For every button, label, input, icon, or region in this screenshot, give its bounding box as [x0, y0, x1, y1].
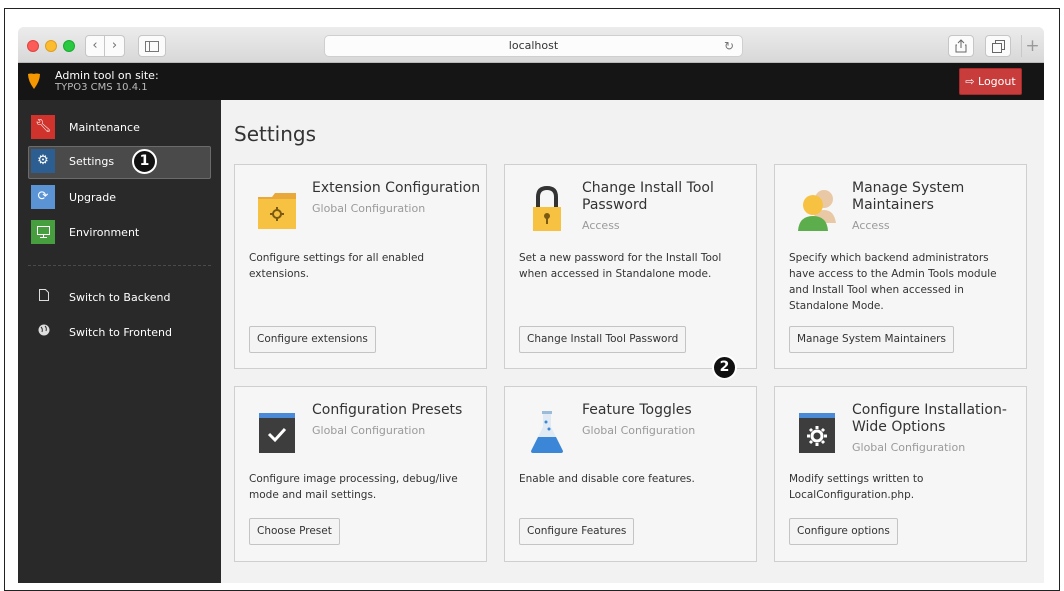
- card-title-text: Manage System Maintainers: [852, 180, 965, 213]
- card-subtitle: Global Configuration: [582, 424, 696, 437]
- logout-label: Logout: [978, 75, 1016, 88]
- sidebar: 🔧︎ Maintenance ⚙ Settings ⟳ Upgrade Envi…: [18, 100, 221, 583]
- browser-toolbar: ‹ › localhost ↻ +: [18, 27, 1044, 63]
- card-title-text: Change Install Tool Password: [582, 180, 714, 213]
- browser-window: ‹ › localhost ↻ + Admin tool on site: TY…: [18, 27, 1044, 583]
- sidebar-item-label: Environment: [69, 226, 140, 239]
- configure-extensions-button[interactable]: Configure extensions: [249, 326, 376, 353]
- new-tab-button[interactable]: +: [1021, 35, 1043, 57]
- chevron-right-icon: ›: [111, 38, 118, 53]
- logout-icon: ⇨: [965, 75, 975, 88]
- switch-frontend-label: Switch to Frontend: [69, 326, 172, 339]
- url-text: localhost: [508, 39, 559, 52]
- card-change-install-tool-password: Change Install Tool Password Access Set …: [504, 164, 757, 369]
- choose-preset-button[interactable]: Choose Preset: [249, 518, 340, 545]
- switch-to-backend-link[interactable]: Switch to Backend: [28, 282, 211, 315]
- card-title-text: Extension Configuration: [312, 180, 481, 196]
- card-subtitle: Global Configuration: [852, 441, 966, 454]
- app-header: Admin tool on site: TYPO3 CMS 10.4.1 ⇨ L…: [18, 63, 1044, 100]
- site-label: Admin tool on site:: [55, 69, 159, 82]
- address-bar[interactable]: localhost ↻: [324, 35, 743, 57]
- manage-system-maintainers-button[interactable]: Manage System Maintainers: [789, 326, 954, 353]
- card-extension-configuration: Extension Configuration Global Configura…: [234, 164, 487, 369]
- folder-gear-icon: [258, 193, 296, 229]
- monitor-icon: [31, 220, 55, 244]
- globe-icon: [37, 324, 51, 340]
- refresh-icon: ⟳: [31, 185, 55, 209]
- sidebar-item-settings[interactable]: ⚙ Settings: [28, 146, 211, 179]
- reload-icon[interactable]: ↻: [724, 36, 734, 56]
- minimize-window-button[interactable]: [45, 40, 57, 52]
- site-version: TYPO3 CMS 10.4.1: [55, 82, 148, 93]
- maximize-window-button[interactable]: [63, 40, 75, 52]
- card-title-text: Configure Installation-Wide Options: [852, 402, 1007, 435]
- sidebar-divider: [28, 265, 211, 266]
- card-title: Extension Configuration Global Configura…: [312, 180, 482, 217]
- card-description: Configure image processing, debug/live m…: [249, 473, 458, 501]
- gear-box-icon: [799, 413, 835, 453]
- forward-button[interactable]: ›: [105, 35, 125, 57]
- sidebar-toggle-button[interactable]: [138, 35, 166, 57]
- typo3-logo-icon: [28, 73, 40, 89]
- card-description: Modify settings written to LocalConfigur…: [789, 473, 924, 501]
- flask-icon: [531, 411, 563, 453]
- card-subtitle: Access: [852, 219, 890, 232]
- card-description: Enable and disable core features.: [519, 473, 695, 485]
- card-configure-installation-wide-options: Configure Installation-Wide Options Glob…: [774, 386, 1027, 562]
- callout-badge-1: 1: [132, 149, 157, 174]
- chevron-left-icon: ‹: [92, 38, 98, 53]
- card-title: Configuration Presets Global Configurati…: [312, 402, 482, 439]
- sidebar-item-environment[interactable]: Environment: [28, 217, 211, 250]
- configure-options-button[interactable]: Configure options: [789, 518, 898, 545]
- share-button[interactable]: [948, 35, 974, 57]
- configure-features-button[interactable]: Configure Features: [519, 518, 635, 545]
- gear-icon: ⚙: [31, 149, 55, 173]
- card-title-text: Configuration Presets: [312, 402, 463, 418]
- logout-button[interactable]: ⇨ Logout: [959, 68, 1022, 95]
- card-description: Set a new password for the Install Tool …: [519, 252, 722, 280]
- back-button[interactable]: ‹: [85, 35, 105, 57]
- sidebar-item-label: Settings: [69, 155, 115, 168]
- card-manage-system-maintainers: Manage System Maintainers Access Specify…: [774, 164, 1027, 369]
- share-icon: [955, 39, 967, 53]
- sidebar-item-upgrade[interactable]: ⟳ Upgrade: [28, 182, 211, 215]
- card-title-text: Feature Toggles: [582, 402, 692, 418]
- sidebar-item-label: Upgrade: [69, 191, 117, 204]
- page-title: Settings: [234, 122, 317, 146]
- card-description: Configure settings for all enabled exten…: [249, 252, 425, 280]
- padlock-icon: [533, 185, 561, 231]
- sidebar-item-label: Maintenance: [69, 121, 140, 134]
- document-icon: [37, 289, 51, 305]
- switch-backend-label: Switch to Backend: [69, 291, 171, 304]
- wrench-icon: 🔧︎: [31, 115, 55, 139]
- sidebar-item-maintenance[interactable]: 🔧︎ Maintenance: [28, 112, 211, 145]
- main-content: Settings Extension Configuration Global …: [221, 100, 1044, 583]
- users-icon: [798, 190, 836, 231]
- switch-to-frontend-link[interactable]: Switch to Frontend: [28, 317, 211, 350]
- card-subtitle: Global Configuration: [312, 424, 426, 437]
- card-configuration-presets: Configuration Presets Global Configurati…: [234, 386, 487, 562]
- checkmark-box-icon: [259, 413, 295, 453]
- card-feature-toggles: Feature Toggles Global Configuration Ena…: [504, 386, 757, 562]
- card-subtitle: Global Configuration: [312, 202, 426, 215]
- card-title: Feature Toggles Global Configuration: [582, 402, 752, 439]
- sidebar-icon: [145, 41, 159, 52]
- callout-badge-2: 2: [712, 355, 737, 380]
- card-subtitle: Access: [582, 219, 620, 232]
- card-description: Specify which backend administrators hav…: [789, 252, 997, 312]
- change-install-tool-password-button[interactable]: Change Install Tool Password: [519, 326, 687, 353]
- card-title: Change Install Tool Password Access: [582, 180, 752, 234]
- card-title: Manage System Maintainers Access: [852, 180, 1022, 234]
- card-title: Configure Installation-Wide Options Glob…: [852, 402, 1022, 456]
- close-window-button[interactable]: [27, 40, 39, 52]
- tabs-icon: [991, 40, 1005, 53]
- show-tabs-button[interactable]: [985, 35, 1011, 57]
